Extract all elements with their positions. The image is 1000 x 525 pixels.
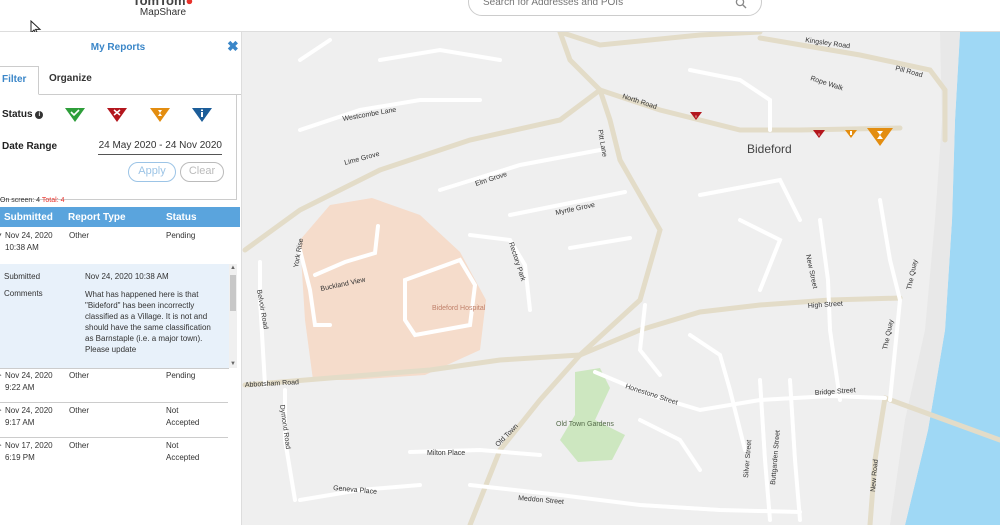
- hospital-label: Bideford Hospital: [432, 305, 486, 312]
- row-type: Other: [69, 441, 90, 450]
- my-reports-panel: My Reports ✖ Filter Organize Status i Da…: [0, 32, 242, 525]
- panel-tabs: Filter Organize: [0, 66, 241, 95]
- search-input[interactable]: [483, 0, 723, 8]
- col-report-type[interactable]: Report Type: [68, 212, 126, 223]
- row-time: 6:19 PM: [5, 453, 35, 462]
- map-canvas[interactable]: Kingsley Road Pill Road Rope Walk North …: [242, 32, 1000, 525]
- brand-logo[interactable]: TomTom● MapShare: [118, 0, 208, 18]
- street-label: Milton Place: [427, 450, 465, 457]
- scroll-down-icon[interactable]: ▼: [230, 361, 236, 367]
- park-label: Old Town Gardens: [556, 421, 614, 428]
- row-time: 10:38 AM: [5, 243, 39, 252]
- col-status[interactable]: Status: [166, 212, 197, 223]
- tab-organize[interactable]: Organize: [49, 66, 92, 93]
- row-date: Nov 24, 2020: [5, 371, 53, 380]
- row-date: Nov 24, 2020: [5, 231, 53, 240]
- scroll-thumb[interactable]: [230, 275, 236, 311]
- detail-submitted-value: Nov 24, 2020 10:38 AM: [85, 272, 169, 281]
- close-icon[interactable]: ✖: [227, 38, 239, 55]
- expand-chevron-icon[interactable]: ▸: [0, 370, 2, 382]
- row-status-line2: Accepted: [166, 418, 200, 427]
- row-type: Other: [69, 231, 90, 240]
- brand-subtitle: MapShare: [139, 7, 187, 18]
- accepted-status-icon[interactable]: [64, 107, 86, 128]
- table-row[interactable]: ▸ Nov 24, 2020 9:17 AM Other Not Accepte…: [0, 405, 228, 438]
- detail-comments-label: Comments: [4, 289, 43, 298]
- table-row[interactable]: ▸ Nov 24, 2020 9:22 AM Other Pending: [0, 370, 228, 403]
- expand-chevron-icon[interactable]: ▸: [0, 405, 2, 417]
- row-date: Nov 17, 2020: [5, 441, 53, 450]
- svg-text:x: x: [695, 114, 697, 119]
- row-time: 9:17 AM: [5, 418, 35, 427]
- detail-scrollbar[interactable]: ▲ ▼: [229, 264, 237, 368]
- row-status-line2: Accepted: [166, 453, 200, 462]
- total-count: Total: 4: [41, 197, 65, 204]
- pending-status-icon[interactable]: [149, 107, 171, 128]
- status-filter-label: Status i: [2, 109, 44, 120]
- detail-submitted-label: Submitted: [4, 272, 41, 281]
- map-view[interactable]: Kingsley Road Pill Road Rope Walk North …: [242, 32, 1000, 525]
- scroll-up-icon[interactable]: ▲: [230, 265, 236, 271]
- not-accepted-status-icon[interactable]: [106, 107, 128, 128]
- row-time: 9:22 AM: [5, 383, 35, 392]
- svg-text:x: x: [818, 132, 820, 137]
- expand-chevron-icon[interactable]: ▾: [0, 230, 2, 242]
- top-bar: TomTom● MapShare: [0, 0, 1000, 32]
- col-submitted[interactable]: Submitted: [4, 212, 53, 223]
- status-label-text: Status: [2, 109, 33, 120]
- report-detail: Submitted Nov 24, 2020 10:38 AM Comments…: [0, 264, 229, 369]
- info-icon[interactable]: i: [35, 111, 44, 119]
- row-status: Pending: [166, 231, 196, 240]
- on-screen-count: On screen: 4: [0, 197, 41, 204]
- expand-chevron-icon[interactable]: ▸: [0, 440, 2, 452]
- apply-button[interactable]: Apply: [128, 162, 176, 182]
- row-status: Pending: [166, 371, 196, 380]
- search-box[interactable]: [468, 0, 762, 16]
- filter-section: Status i Date Range 24 May 2020 - 24 Nov…: [0, 94, 237, 200]
- clear-button[interactable]: Clear: [180, 162, 224, 182]
- tab-filter[interactable]: Filter: [0, 66, 39, 95]
- panel-title: My Reports: [90, 42, 146, 53]
- city-label: Bideford: [747, 142, 792, 156]
- detail-comments-value: What has happened here is that "Bideford…: [85, 290, 211, 355]
- info-status-icon[interactable]: [191, 107, 213, 128]
- brand-wordmark: TomTom●: [118, 0, 208, 6]
- report-counts: On screen: 4 Total: 4: [0, 197, 64, 204]
- date-range-label: Date Range: [2, 141, 58, 152]
- table-row[interactable]: ▾ Nov 24, 2020 10:38 AM Other Pending: [0, 230, 228, 264]
- table-header: Submitted Report Type Status: [0, 207, 240, 227]
- row-status: Not: [166, 441, 179, 450]
- row-status: Not: [166, 406, 179, 415]
- row-type: Other: [69, 406, 90, 415]
- row-type: Other: [69, 371, 90, 380]
- row-date: Nov 24, 2020: [5, 406, 53, 415]
- date-range-field[interactable]: 24 May 2020 - 24 Nov 2020: [98, 140, 222, 155]
- search-icon[interactable]: [735, 0, 747, 14]
- table-row[interactable]: ▸ Nov 17, 2020 6:19 PM Other Not Accepte…: [0, 440, 228, 472]
